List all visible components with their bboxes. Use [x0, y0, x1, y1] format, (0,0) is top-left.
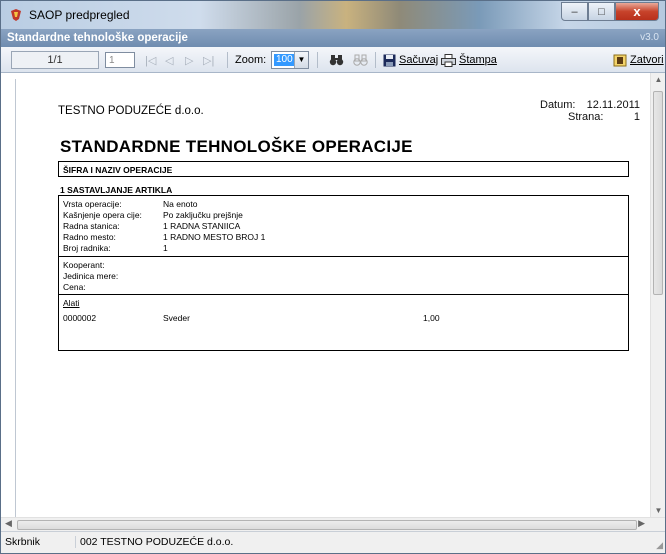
date-value: 12.11.2011	[586, 99, 640, 111]
preview-window: SAOP predpregled – □ x Standardne tehnol…	[0, 0, 666, 554]
field-value: Na enoto	[163, 199, 198, 209]
scroll-left-icon[interactable]: ◀	[5, 518, 12, 529]
date-block: Datum: 12.11.2011 Strana: 1	[540, 99, 640, 123]
field-label: Kašnjenje opera cije:	[63, 210, 142, 220]
field-label: Vrsta operacije:	[63, 199, 122, 209]
code-header-box: ŠIFRA I NAZIV OPERACIJE	[58, 161, 629, 177]
scroll-right-icon[interactable]: ▶	[638, 518, 645, 529]
report-viewport[interactable]: TESTNO PODUZEĆE d.o.o. Datum: 12.11.2011 …	[1, 73, 665, 531]
toolbar-separator	[375, 52, 376, 68]
divider	[59, 256, 628, 257]
page-number-input[interactable]: 1	[105, 52, 135, 68]
field-value: 1 RADNO MESTO BROJ 1	[163, 232, 266, 242]
save-button[interactable]: Sačuvaj	[383, 51, 438, 69]
find-next-icon[interactable]	[353, 51, 368, 69]
company-name: TESTNO PODUZEĆE d.o.o.	[58, 105, 204, 117]
binoculars-icon[interactable]	[329, 51, 344, 69]
save-label: Sačuvaj	[399, 54, 439, 66]
tool-qty: 1,00	[423, 313, 440, 323]
last-page-icon[interactable]: ▷|	[203, 51, 214, 69]
page-indicator: 1/1	[11, 51, 99, 69]
vertical-scrollbar[interactable]: ▲ ▼	[650, 73, 665, 517]
report-title: Standardne tehnološke operacije	[7, 32, 188, 44]
field-label: Jedinica mere:	[63, 271, 119, 281]
report-page: TESTNO PODUZEĆE d.o.o. Datum: 12.11.2011 …	[15, 79, 653, 531]
status-bar: Skrbnik 002 TESTNO PODUZEĆE d.o.o. ◢	[1, 531, 665, 553]
tool-code: 0000002	[63, 313, 97, 323]
section-title: 1 SASTAVLJANJE ARTIKLA	[60, 185, 173, 195]
maximize-button[interactable]: □	[588, 2, 615, 21]
page-value: 1	[633, 111, 640, 123]
code-header: ŠIFRA I NAZIV OPERACIJE	[63, 165, 173, 175]
title-bar[interactable]: SAOP predpregled – □ x	[1, 1, 665, 29]
scroll-thumb[interactable]	[653, 91, 663, 295]
field-label: Radna stanica:	[63, 221, 120, 231]
zoom-label: Zoom:	[235, 54, 267, 66]
page-label: Strana:	[568, 111, 604, 123]
field-label: Kooperant:	[63, 260, 105, 270]
exit-icon	[613, 54, 627, 66]
date-label: Datum:	[540, 99, 576, 111]
field-label: Broj radnika:	[63, 243, 111, 253]
next-page-icon[interactable]: ▷	[185, 51, 193, 69]
status-owner-label: Skrbnik	[5, 536, 41, 548]
app-icon	[11, 9, 21, 21]
scroll-thumb[interactable]	[17, 520, 637, 530]
tool-name: Sveder	[163, 313, 190, 323]
close-report-button[interactable]: Zatvori	[613, 51, 664, 69]
horizontal-scrollbar[interactable]: ◀ ▶	[1, 517, 665, 531]
scroll-up-icon[interactable]: ▲	[651, 75, 666, 84]
save-icon	[383, 54, 396, 66]
print-label: Štampa	[459, 54, 497, 66]
field-value: Po zaključku prejšnje	[163, 210, 243, 220]
version-label: v3.0	[640, 32, 659, 43]
field-value: 1 RADNA STANIICA	[163, 221, 241, 231]
minimize-button[interactable]: –	[561, 2, 588, 21]
field-label: Radno mesto:	[63, 232, 116, 242]
resize-grip-icon[interactable]: ◢	[656, 540, 663, 551]
printer-icon	[441, 53, 456, 67]
divider	[59, 294, 628, 295]
caption-buttons: – □ x	[561, 2, 659, 22]
first-page-icon[interactable]: |◁	[145, 51, 156, 69]
field-label: Cena:	[63, 282, 86, 292]
print-button[interactable]: Štampa	[441, 51, 497, 69]
status-company: 002 TESTNO PODUZEĆE d.o.o.	[75, 536, 233, 548]
close-label: Zatvori	[630, 54, 664, 66]
operation-box: Vrsta operacije: Na enoto Kašnjenje oper…	[58, 195, 629, 351]
toolbar: 1/1 1 |◁ ◁ ▷ ▷| Zoom: 100 ▼ Sačuvaj Štam…	[1, 47, 665, 73]
zoom-value: 100	[274, 54, 295, 66]
chevron-down-icon[interactable]: ▼	[294, 52, 308, 68]
prev-page-icon[interactable]: ◁	[165, 51, 173, 69]
report-heading: STANDARDNE TEHNOLOŠKE OPERACIJE	[60, 137, 413, 156]
toolbar-separator	[227, 52, 228, 68]
window-title: SAOP predpregled	[29, 8, 130, 22]
report-title-bar: Standardne tehnološke operacije v3.0	[1, 29, 665, 47]
field-value: 1	[163, 243, 168, 253]
close-window-button[interactable]: x	[615, 2, 659, 21]
scroll-down-icon[interactable]: ▼	[651, 506, 666, 515]
toolbar-separator	[317, 52, 318, 68]
tools-label: Alati	[63, 298, 80, 308]
zoom-select[interactable]: 100 ▼	[271, 51, 309, 69]
